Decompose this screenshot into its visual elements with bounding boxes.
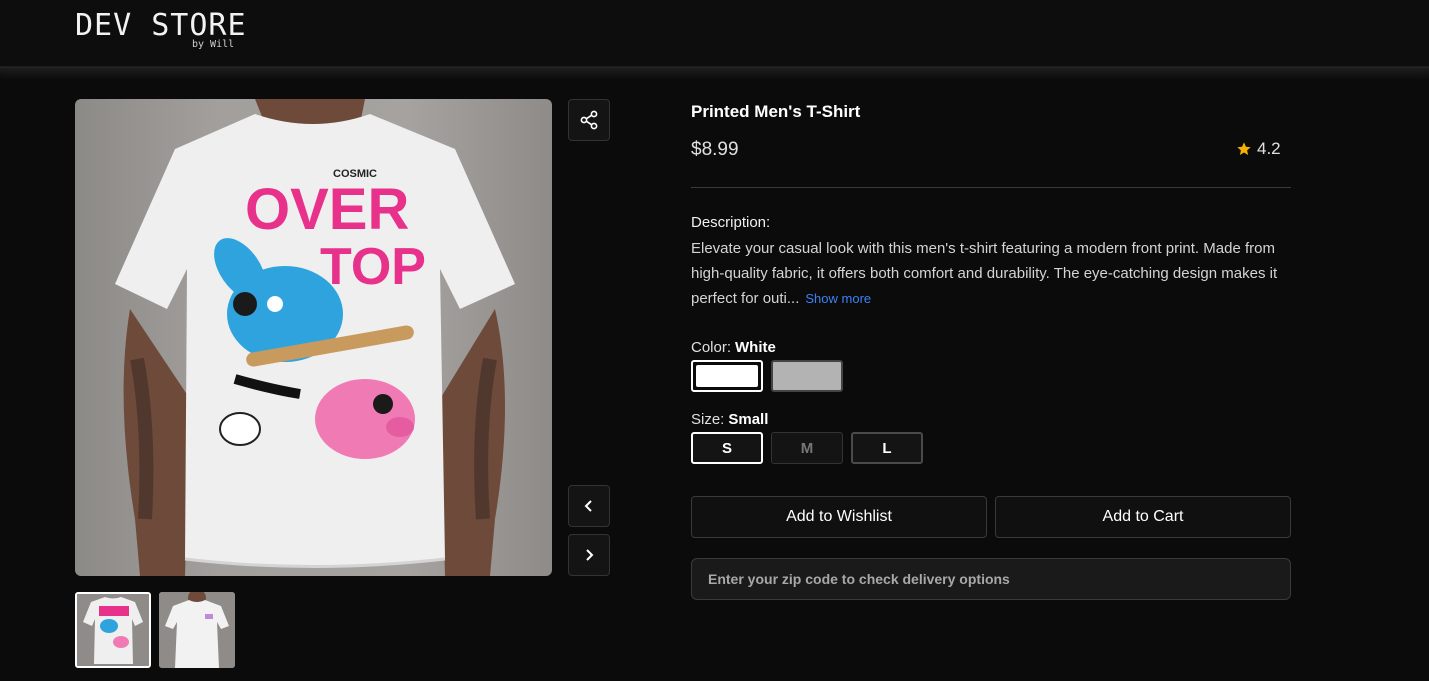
tshirt-illustration: COSMIC OVER TOP — [115, 99, 515, 576]
description-text: Elevate your casual look with this men's… — [691, 236, 1291, 311]
svg-text:OVER: OVER — [245, 177, 409, 242]
selected-size: Small — [728, 411, 769, 428]
zip-code-input[interactable] — [691, 558, 1291, 600]
size-option-s[interactable]: S — [691, 432, 763, 464]
share-button[interactable] — [568, 99, 610, 141]
chevron-right-icon — [586, 549, 594, 561]
size-option-m[interactable]: M — [771, 432, 843, 464]
share-icon — [580, 110, 598, 130]
color-swatch-grey[interactable] — [771, 360, 843, 392]
thumbnail-front[interactable] — [159, 592, 235, 668]
size-option-l[interactable]: L — [851, 432, 923, 464]
star-icon — [1237, 142, 1251, 155]
thumbnail-back-print-image — [77, 594, 149, 666]
size-label-row: Size: Small — [691, 411, 768, 428]
selected-color: White — [735, 339, 776, 356]
add-to-cart-button[interactable]: Add to Cart — [995, 496, 1291, 538]
previous-image-button[interactable] — [568, 485, 610, 527]
color-label: Color: — [691, 339, 732, 356]
color-swatch-white-fill — [696, 365, 758, 387]
logo-title[interactable]: DEV STORE — [75, 8, 247, 43]
size-label: Size: — [691, 411, 725, 428]
logo-subtitle: by Will — [192, 39, 235, 50]
add-to-wishlist-button[interactable]: Add to Wishlist — [691, 496, 987, 538]
color-label-row: Color: White — [691, 339, 776, 356]
color-swatch-white[interactable] — [691, 360, 763, 392]
thumbnail-back-print[interactable] — [75, 592, 151, 668]
product-title: Printed Men's T-Shirt — [691, 102, 861, 121]
product-main-image: COSMIC OVER TOP — [75, 99, 552, 576]
svg-text:TOP: TOP — [320, 238, 426, 296]
show-more-link[interactable]: Show more — [805, 291, 871, 306]
product-price: $8.99 — [691, 139, 739, 160]
description-label: Description: — [691, 214, 771, 231]
next-image-button[interactable] — [568, 534, 610, 576]
site-header: DEV STORE by Will — [0, 0, 1429, 68]
divider — [691, 187, 1291, 188]
product-rating: 4.2 — [1236, 139, 1281, 159]
description-body: Elevate your casual look with this men's… — [691, 240, 1278, 307]
rating-value: 4.2 — [1257, 139, 1281, 158]
chevron-left-icon — [584, 500, 592, 512]
header-shadow — [0, 66, 1429, 80]
thumbnail-front-image — [159, 592, 235, 668]
